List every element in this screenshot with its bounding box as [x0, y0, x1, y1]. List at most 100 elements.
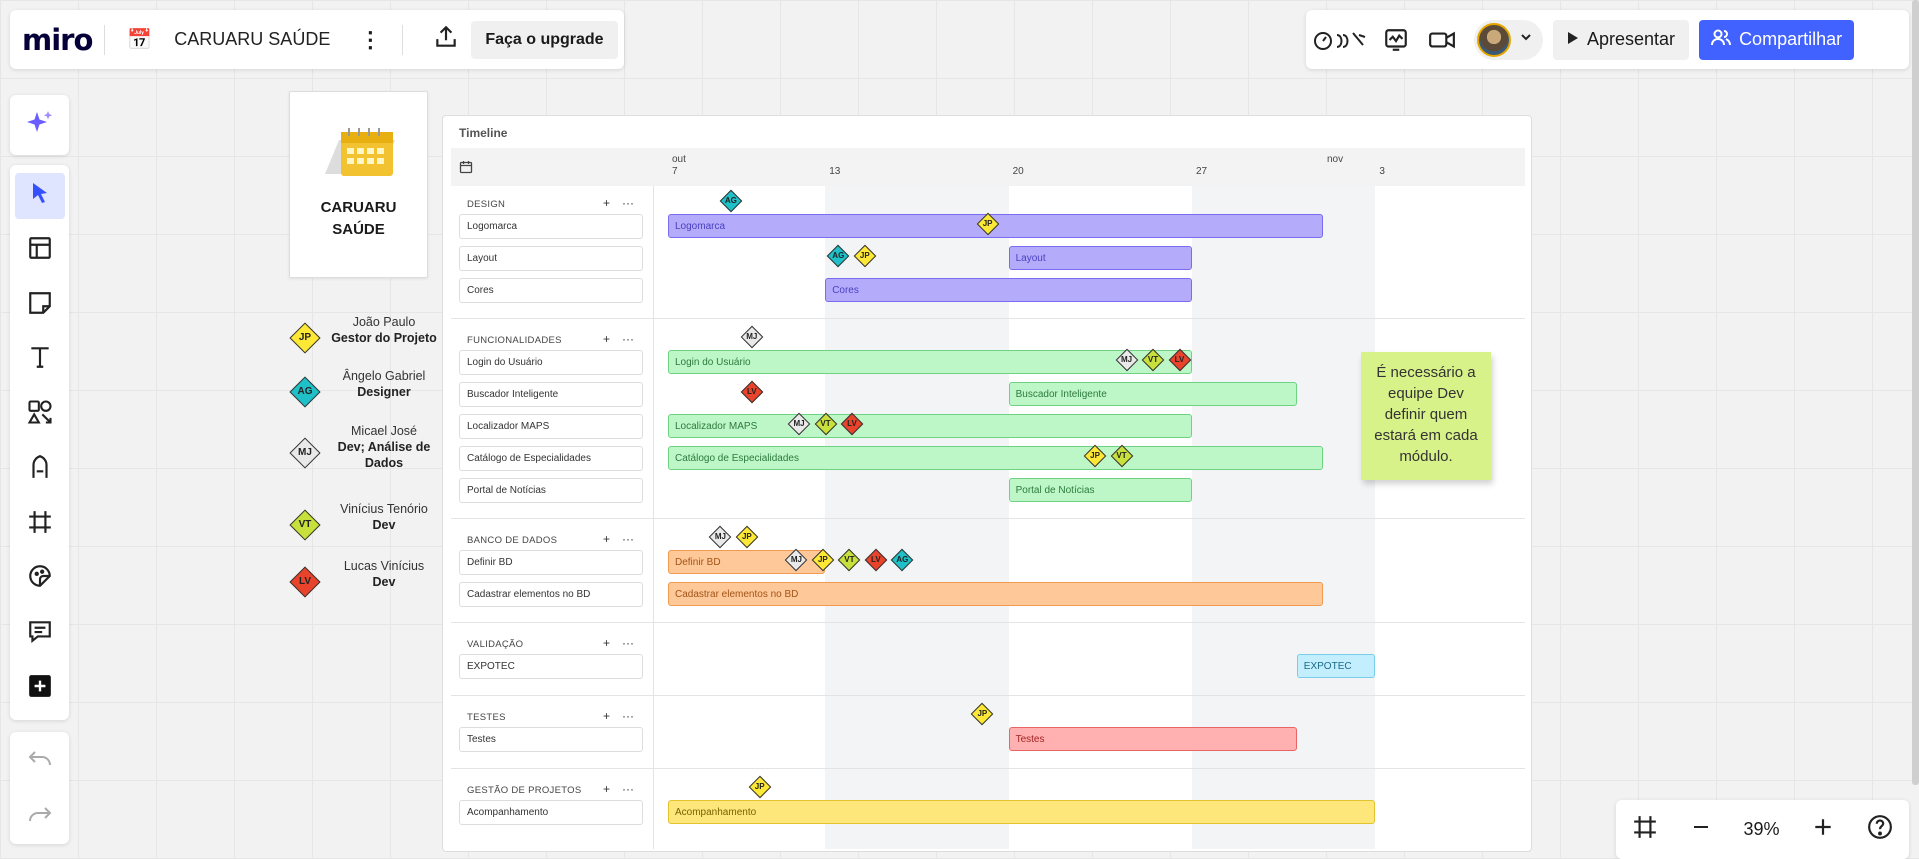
group-more-button[interactable]: ··· [622, 636, 634, 650]
present-button[interactable]: Apresentar [1553, 19, 1690, 60]
project-title-card[interactable]: CARUARU SAÚDE [289, 91, 428, 278]
calendar-illustration-icon [290, 122, 427, 187]
zoom-level[interactable]: 39% [1743, 819, 1779, 840]
add-row-button[interactable]: + [603, 196, 610, 210]
assignee-vt-marker[interactable]: VT [814, 412, 837, 436]
timeline-bar[interactable]: Catálogo de Especialidades [668, 446, 1323, 470]
assignee-mj-marker[interactable]: MJ [787, 412, 811, 436]
assignee-vt-marker[interactable]: VT [838, 548, 861, 572]
assignee-ag-marker[interactable]: AG [826, 244, 850, 268]
row-label[interactable]: Catálogo de Especialidades [459, 446, 643, 471]
zoom-in-icon[interactable] [1812, 816, 1834, 843]
group-more-button[interactable]: ··· [622, 709, 634, 723]
timeline-bar[interactable]: Layout [1008, 246, 1192, 270]
assignee-lv-marker[interactable]: LV [740, 380, 764, 404]
assignee-vt-marker[interactable]: VT [289, 509, 321, 541]
select-tool[interactable] [14, 173, 65, 219]
add-row-button[interactable]: + [603, 782, 610, 796]
row-label[interactable]: Login do Usuário [459, 350, 643, 375]
fit-frame-icon[interactable] [1632, 814, 1658, 845]
sticky-note[interactable]: É necessário a equipe Dev definir quem e… [1361, 352, 1491, 480]
assignee-jp-marker[interactable]: JP [976, 212, 999, 236]
templates-tool[interactable] [15, 228, 65, 274]
zoom-out-icon[interactable] [1691, 817, 1711, 842]
assignee-vt-marker[interactable]: VT [1110, 444, 1133, 468]
row-label[interactable]: Definir BD [459, 550, 643, 575]
timeline-bar[interactable]: Buscador Inteligente [1008, 382, 1297, 406]
group-more-button[interactable]: ··· [622, 196, 634, 210]
assignee-lv-marker[interactable]: LV [840, 412, 864, 436]
video-icon[interactable] [1422, 20, 1462, 60]
assignee-mj-marker[interactable]: MJ [785, 548, 808, 572]
activity-icon[interactable] [1376, 20, 1416, 60]
redo-icon[interactable] [27, 804, 53, 829]
assignee-jp-marker[interactable]: JP [1083, 444, 1107, 468]
assignee-ag-marker[interactable]: AG [719, 189, 743, 213]
timeline-bar[interactable]: Acompanhamento [668, 800, 1376, 824]
assignee-jp-marker[interactable]: JP [289, 322, 321, 354]
row-label[interactable]: Acompanhamento [459, 800, 643, 825]
undo-icon[interactable] [27, 748, 53, 773]
assignee-ag-marker[interactable]: AG [289, 376, 321, 408]
timeline-bar[interactable]: Cadastrar elementos no BD [668, 582, 1323, 606]
ai-sparkle-icon[interactable] [25, 108, 55, 143]
group-more-button[interactable]: ··· [622, 332, 634, 346]
comment-tool[interactable] [15, 611, 65, 657]
frame-tool[interactable] [15, 501, 65, 547]
miro-logo[interactable]: miro [22, 23, 93, 57]
calendar-icon[interactable] [459, 160, 473, 179]
row-label[interactable]: Cadastrar elementos no BD [459, 582, 643, 607]
add-row-button[interactable]: + [603, 332, 610, 346]
row-label[interactable]: Buscador Inteligente [459, 382, 643, 407]
row-label[interactable]: Logomarca [459, 214, 643, 239]
assignee-jp-marker[interactable]: JP [971, 702, 994, 726]
add-row-button[interactable]: + [603, 709, 610, 723]
more-options-icon[interactable]: ⋮ [358, 27, 382, 53]
share-button[interactable]: Compartilhar [1699, 19, 1855, 60]
row-label[interactable]: Portal de Notícias [459, 478, 643, 503]
group-more-button[interactable]: ··· [622, 532, 634, 546]
sticky-note-tool[interactable] [15, 282, 65, 328]
stickers-tool[interactable] [15, 556, 65, 602]
reactions-icon[interactable] [1312, 20, 1370, 60]
vertical-scrollbar[interactable] [1912, 0, 1919, 785]
row-label[interactable]: EXPOTEC [459, 654, 643, 679]
upgrade-button[interactable]: Faça o upgrade [471, 20, 618, 59]
timeline-widget[interactable]: Timeline out nov 7 13 20 27 3 DESIGN + ··· Logoma… [442, 115, 1532, 852]
assignee-jp-marker[interactable]: JP [748, 775, 772, 799]
add-row-button[interactable]: + [603, 636, 610, 650]
row-label[interactable]: Testes [459, 727, 643, 752]
assignee-mj-marker[interactable]: MJ [709, 525, 732, 549]
row-label[interactable]: Cores [459, 278, 643, 303]
timeline-bar[interactable]: Login do Usuário [668, 350, 1192, 374]
group-more-button[interactable]: ··· [622, 782, 634, 796]
assignee-jp-marker[interactable]: JP [853, 244, 877, 268]
more-apps-tool[interactable] [15, 665, 65, 711]
user-avatar-menu[interactable] [1474, 19, 1543, 60]
assignee-lv-marker[interactable]: LV [864, 548, 888, 572]
timeline-bar[interactable]: Testes [1008, 727, 1297, 751]
board-name[interactable]: CARUARU SAÚDE [174, 29, 330, 50]
assignee-lv-marker[interactable]: LV [289, 566, 321, 598]
assignee-mj-marker[interactable]: MJ [289, 437, 321, 469]
assignee-jp-marker[interactable]: JP [735, 525, 759, 549]
board-calendar-icon[interactable]: 📅 [127, 27, 152, 52]
row-label[interactable]: Layout [459, 246, 643, 271]
help-icon[interactable] [1867, 814, 1893, 845]
timeline-bar[interactable]: Portal de Notícias [1008, 478, 1192, 502]
pen-tool[interactable] [15, 447, 65, 493]
row-label[interactable]: Localizador MAPS [459, 414, 643, 439]
assignee-mj-marker[interactable]: MJ [740, 325, 764, 349]
assignee-ag-marker[interactable]: AG [891, 548, 914, 572]
add-row-button[interactable]: + [603, 532, 610, 546]
timeline-bar[interactable]: Localizador MAPS [668, 414, 1192, 438]
shapes-tool[interactable] [15, 392, 65, 438]
assignee-lv-marker[interactable]: LV [1168, 348, 1191, 372]
assignee-vt-marker[interactable]: VT [1141, 348, 1165, 372]
timeline-bar[interactable]: EXPOTEC [1296, 654, 1376, 678]
assignee-jp-marker[interactable]: JP [811, 548, 835, 572]
text-tool[interactable] [15, 337, 65, 383]
assignee-mj-marker[interactable]: MJ [1115, 348, 1138, 372]
upload-icon[interactable] [433, 24, 459, 55]
timeline-bar[interactable]: Cores [825, 278, 1192, 302]
